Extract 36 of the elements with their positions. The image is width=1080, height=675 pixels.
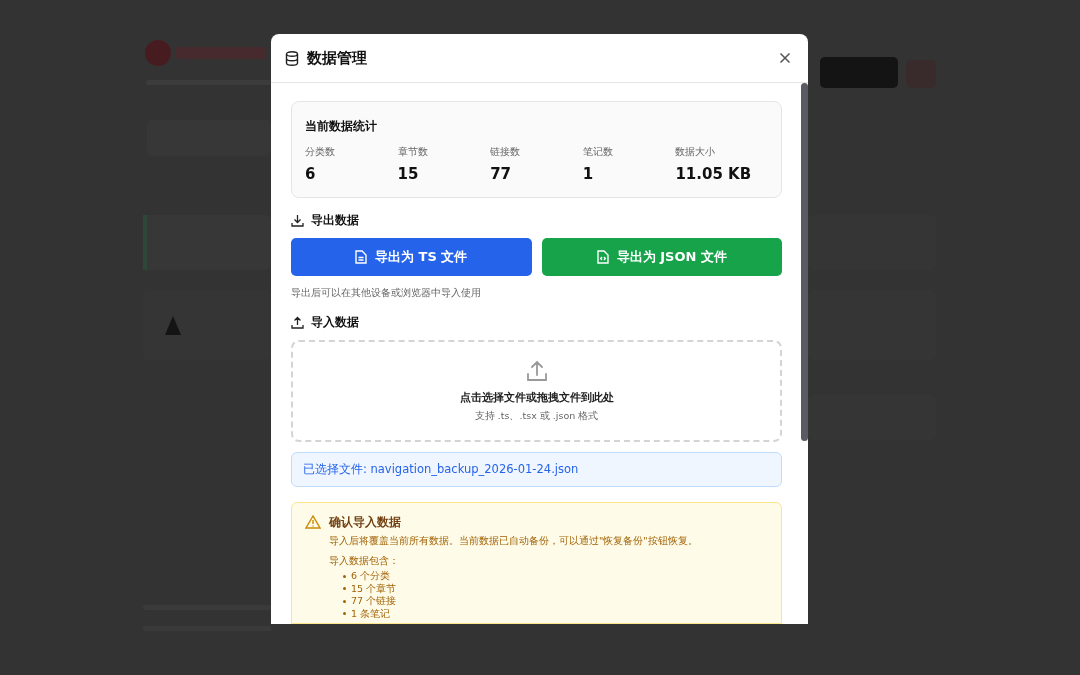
summary-item: 1 条笔记 <box>343 607 698 620</box>
section-title: 导入数据 <box>311 315 359 330</box>
drop-zone-title: 点击选择文件或拖拽文件到此处 <box>459 389 614 405</box>
summary-item: 15 个章节 <box>343 582 698 595</box>
export-hint: 导出后可以在其他设备或浏览器中导入使用 <box>291 286 482 300</box>
stats-title: 当前数据统计 <box>305 119 377 133</box>
summary-item: 6 个分类 <box>343 570 698 583</box>
stat-value: 77 <box>490 165 513 183</box>
warning-icon <box>305 515 321 529</box>
warning-title: 确认导入数据 <box>329 515 402 530</box>
warning-message: 导入后将覆盖当前所有数据。当前数据已自动备份，可以通过"恢复备份"按钮恢复。 <box>329 535 698 548</box>
document-icon <box>355 250 368 264</box>
upload-icon <box>525 359 548 382</box>
dialog-title: 数据管理 <box>307 48 367 68</box>
database-icon <box>285 50 299 66</box>
stat-value: 11.05 KB <box>675 165 753 183</box>
code-file-icon <box>596 250 609 264</box>
scrollbar[interactable] <box>801 83 808 441</box>
summary-title: 导入数据包含： <box>329 555 400 568</box>
summary-item: 77 个链接 <box>343 595 698 608</box>
export-button[interactable]: 导出为 TS 文件 <box>291 238 532 276</box>
stat-value: 6 <box>305 165 317 183</box>
upload-icon <box>291 316 304 329</box>
stat-label: 分类数 <box>305 145 336 159</box>
file-drop-zone[interactable]: 点击选择文件或拖拽文件到此处 支持 .ts、.tsx 或 .json 格式 <box>291 340 782 442</box>
stat-label: 章节数 <box>397 145 429 159</box>
download-icon <box>291 214 304 227</box>
stat-value: 1 <box>582 165 595 183</box>
stat-value: 15 <box>397 165 420 183</box>
export-button[interactable]: 导出为 JSON 文件 <box>541 238 782 276</box>
selected-file-notice: 已选择文件: navigation_backup_2026-01-24.json <box>291 452 782 487</box>
stat-label: 数据大小 <box>675 145 717 159</box>
stat-label: 链接数 <box>490 145 522 159</box>
section-title: 导出数据 <box>311 213 359 228</box>
drop-zone-hint: 支持 .ts、.tsx 或 .json 格式 <box>474 409 599 423</box>
stat-label: 笔记数 <box>582 145 614 159</box>
